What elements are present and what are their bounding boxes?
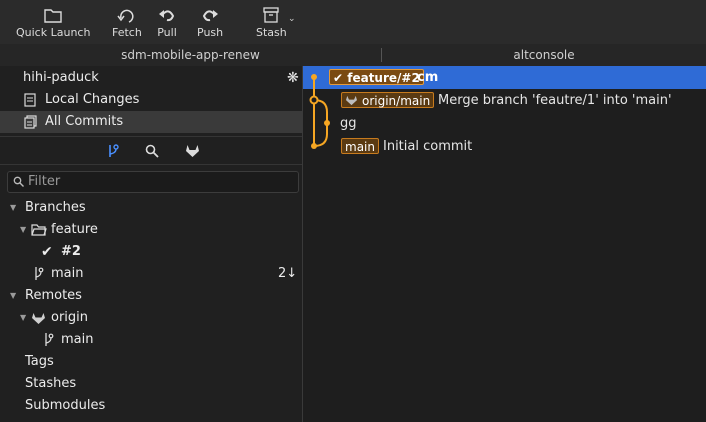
filter-input[interactable] — [28, 173, 288, 190]
remote-label: origin — [51, 310, 89, 325]
stashes-section[interactable]: Stashes — [0, 373, 302, 395]
remotes-header[interactable]: ▼ Remotes — [0, 285, 302, 307]
commit-graph — [309, 74, 330, 149]
stash-button[interactable]: Stash — [256, 6, 287, 42]
fetch-button[interactable]: Fetch — [112, 6, 142, 42]
stash-icon — [263, 7, 280, 23]
checkmark-icon: ✔ — [41, 244, 53, 260]
commit-row[interactable]: origin/main Merge branch 'feautre/1' int… — [303, 89, 706, 112]
commit-row[interactable]: gg — [303, 112, 706, 135]
remote-branch-main[interactable]: main — [0, 329, 302, 351]
commits-icon — [24, 115, 37, 129]
toolbar: Quick Launch Fetch Pull Push Stash ⌄ — [0, 0, 706, 45]
branch-badge: main — [341, 138, 379, 154]
commit-node — [309, 95, 319, 105]
commit-node — [324, 120, 330, 126]
behind-count-badge: 2↓ — [278, 266, 298, 281]
sidebar: hihi-paduck ❋ Local Changes All Commits … — [0, 66, 303, 422]
commit-message: Initial commit — [383, 139, 473, 154]
commit-row[interactable]: ✔ feature/#2 cm — [303, 66, 706, 89]
search-icon — [145, 144, 159, 158]
branches-header[interactable]: ▼ Branches — [0, 197, 302, 219]
branch-label: main — [51, 266, 84, 281]
filter-box — [7, 171, 299, 193]
stash-label: Stash — [256, 26, 287, 39]
section-label: Stashes — [25, 376, 77, 391]
quick-launch-button[interactable]: Quick Launch — [16, 6, 90, 42]
gitlab-icon — [32, 313, 45, 324]
badge-label: main — [345, 140, 375, 154]
branch-label: main — [61, 332, 94, 347]
pull-icon — [159, 10, 175, 22]
remote-origin[interactable]: ▼ origin — [0, 307, 302, 329]
repo-tab-bar: sdm-mobile-app-renew altconsole — [0, 44, 706, 67]
quick-launch-label: Quick Launch — [16, 26, 91, 39]
divider — [0, 136, 302, 137]
branch-item-main[interactable]: main 2↓ — [0, 263, 302, 285]
branch-icon — [45, 333, 54, 346]
pull-button[interactable]: Pull — [157, 6, 177, 42]
folder-icon — [44, 9, 62, 23]
divider — [0, 164, 302, 165]
expand-triangle-icon[interactable]: ▼ — [20, 219, 26, 241]
sidebar-item-label: All Commits — [45, 114, 124, 129]
repo-name-row: hihi-paduck ❋ — [0, 67, 302, 89]
sidebar-item-local-changes[interactable]: Local Changes — [0, 89, 302, 111]
section-label: Remotes — [25, 288, 82, 303]
pull-label: Pull — [157, 26, 177, 39]
repo-name: hihi-paduck — [23, 70, 99, 85]
fetch-label: Fetch — [112, 26, 142, 39]
section-label: Branches — [25, 200, 86, 215]
tab-altconsole[interactable]: altconsole — [382, 44, 706, 66]
fetch-icon — [117, 9, 134, 23]
gitlab-icon — [186, 145, 199, 157]
tab-sdm-mobile-app-renew[interactable]: sdm-mobile-app-renew — [0, 44, 381, 66]
branch-icon — [35, 267, 44, 280]
branch-view-icon[interactable] — [107, 143, 119, 163]
branch-badge: ✔ feature/#2 — [329, 69, 424, 85]
commit-node — [311, 143, 317, 149]
search-view-icon[interactable] — [145, 144, 159, 162]
gitlab-view-icon[interactable] — [185, 144, 200, 162]
sidebar-item-all-commits[interactable]: All Commits — [0, 111, 302, 133]
section-label: Submodules — [25, 398, 106, 413]
chevron-down-icon[interactable]: ⌄ — [288, 14, 296, 24]
folder-label: feature — [51, 222, 98, 237]
expand-triangle-icon[interactable]: ▼ — [10, 285, 16, 307]
branch-folder-feature[interactable]: ▼ feature — [0, 219, 302, 241]
badge-label: feature/#2 — [347, 71, 420, 85]
commit-row[interactable]: main Initial commit — [303, 135, 706, 158]
push-label: Push — [197, 26, 224, 39]
expand-triangle-icon[interactable]: ▼ — [10, 197, 16, 219]
document-icon — [24, 93, 36, 107]
tags-section[interactable]: Tags — [0, 351, 302, 373]
push-button[interactable]: Push — [197, 6, 223, 42]
badge-label: origin/main — [362, 94, 431, 108]
remote-badge: origin/main — [341, 92, 435, 108]
gitlab-icon — [346, 95, 357, 106]
expand-triangle-icon[interactable]: ▼ — [20, 307, 26, 329]
commit-node — [311, 74, 317, 80]
sidebar-item-label: Local Changes — [45, 92, 140, 107]
search-icon — [13, 176, 24, 187]
commit-list: ✔ feature/#2 cm origin/main Merge branch… — [303, 66, 706, 422]
push-icon — [202, 10, 219, 22]
branch-label: #2 — [61, 244, 81, 259]
commit-message: cm — [417, 70, 439, 85]
branch-item-feature-2[interactable]: ✔ #2 — [0, 241, 302, 263]
folder-open-icon — [31, 224, 47, 236]
commit-message: Merge branch 'feautre/1' into 'main' — [438, 93, 672, 108]
branch-icon — [109, 144, 119, 157]
section-label: Tags — [25, 354, 54, 369]
settings-icon[interactable]: ❋ — [287, 67, 299, 89]
submodules-section[interactable]: Submodules — [0, 395, 302, 417]
